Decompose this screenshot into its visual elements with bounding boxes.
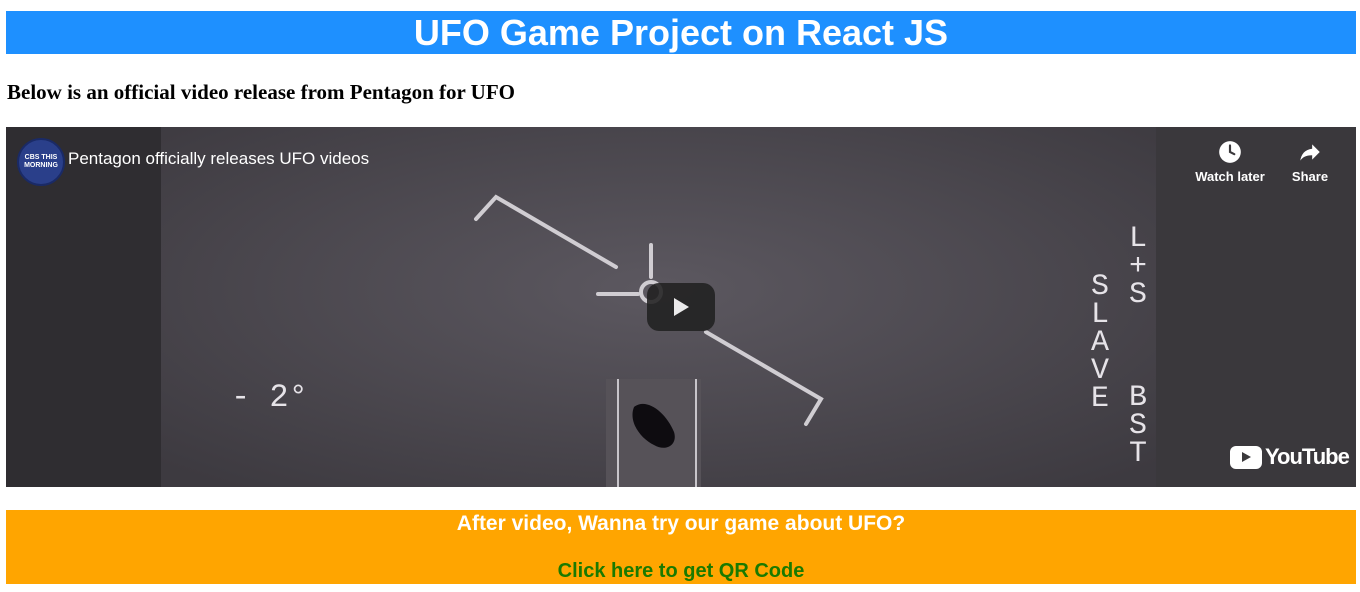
share-button[interactable]: Share xyxy=(1270,139,1350,184)
youtube-logo[interactable]: YouTube xyxy=(1230,444,1350,470)
video-player[interactable]: - 2° L+S SLAVE BST CBS THIS MORNING Pent… xyxy=(6,127,1356,487)
page-title: UFO Game Project on React JS xyxy=(6,11,1356,54)
share-label: Share xyxy=(1291,169,1329,184)
play-icon xyxy=(674,298,689,316)
youtube-logo-text: YouTube xyxy=(1265,444,1350,469)
overlay-bst: BST xyxy=(1121,381,1155,465)
play-button[interactable] xyxy=(647,283,715,331)
intro-text: Below is an official video release from … xyxy=(7,80,516,104)
cta-text: After video, Wanna try our game about UF… xyxy=(456,512,906,535)
watch-later-button[interactable]: Watch later xyxy=(1190,139,1270,184)
share-icon xyxy=(1270,139,1350,165)
qr-code-link[interactable]: Click here to get QR Code xyxy=(558,560,805,583)
overlay-ls: L+S xyxy=(1121,222,1155,306)
clock-icon xyxy=(1190,139,1270,165)
youtube-play-icon xyxy=(1230,445,1262,469)
watch-later-label: Watch later xyxy=(1195,169,1265,184)
video-title[interactable]: Pentagon officially releases UFO videos xyxy=(68,149,369,169)
overlay-angle: - 2° xyxy=(231,379,308,416)
cta-banner: After video, Wanna try our game about UF… xyxy=(6,510,1356,584)
overlay-slave: SLAVE xyxy=(1083,270,1117,410)
channel-logo[interactable]: CBS THIS MORNING xyxy=(17,138,65,186)
